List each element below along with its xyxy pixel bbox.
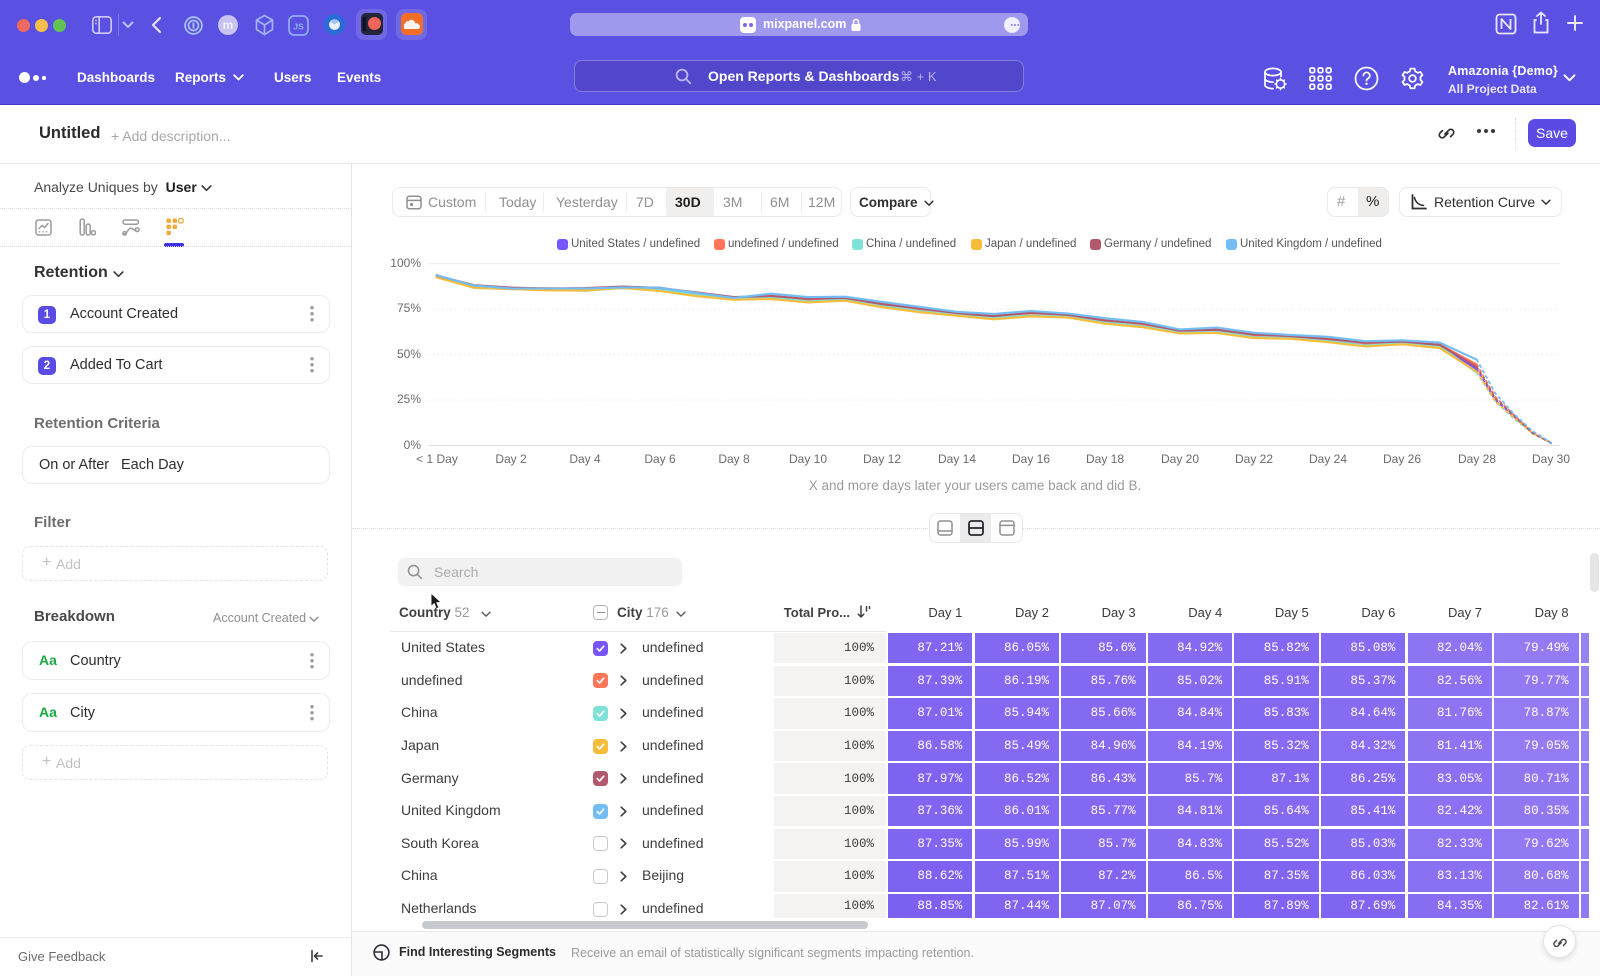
svg-text:JS: JS xyxy=(293,21,304,31)
